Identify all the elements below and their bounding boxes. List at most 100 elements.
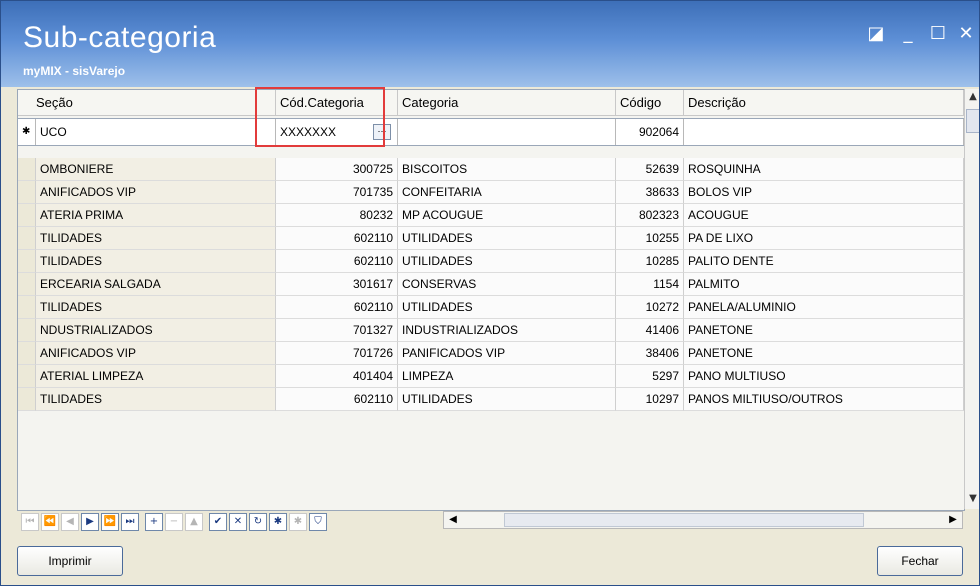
next-page-icon[interactable]: ⏩ xyxy=(101,513,119,531)
filter-icon[interactable]: ⛉ xyxy=(309,513,327,531)
filter-categoria-input[interactable] xyxy=(398,119,616,145)
cell-cod-categoria[interactable]: 701327 xyxy=(276,319,398,342)
filter-cod-categoria-input[interactable]: XXXXXXX ⋯ xyxy=(276,119,398,145)
prior-icon[interactable]: ◀ xyxy=(61,513,79,531)
close-icon[interactable]: ✕ xyxy=(955,23,977,45)
cell-categoria[interactable]: CONFEITARIA xyxy=(398,181,616,204)
cell-categoria[interactable]: INDUSTRIALIZADOS xyxy=(398,319,616,342)
hscroll-thumb[interactable] xyxy=(504,513,864,527)
data-grid[interactable]: Seção Cód.Categoria Categoria Código Des… xyxy=(17,89,965,511)
horizontal-scrollbar[interactable]: ◀ ▶ xyxy=(443,511,963,529)
cell-secao[interactable]: ATERIAL LIMPEZA xyxy=(36,365,276,388)
cell-cod-categoria[interactable]: 602110 xyxy=(276,388,398,411)
cell-cod-categoria[interactable]: 701735 xyxy=(276,181,398,204)
scroll-up-icon[interactable]: ▲ xyxy=(965,89,979,105)
cell-cod-categoria[interactable]: 301617 xyxy=(276,273,398,296)
cell-codigo[interactable]: 52639 xyxy=(616,158,684,181)
cell-categoria[interactable]: BISCOITOS xyxy=(398,158,616,181)
row-indicator[interactable] xyxy=(18,204,36,227)
cell-categoria[interactable]: LIMPEZA xyxy=(398,365,616,388)
cell-secao[interactable]: ANIFICADOS VIP xyxy=(36,181,276,204)
scroll-left-icon[interactable]: ◀ xyxy=(446,513,460,527)
filter-secao-input[interactable]: UCO xyxy=(36,119,276,145)
filter-codigo-input[interactable]: 902064 xyxy=(616,119,684,145)
ellipsis-button[interactable]: ⋯ xyxy=(373,124,391,140)
cell-secao[interactable]: TILIDADES xyxy=(36,388,276,411)
header-secao[interactable]: Seção xyxy=(18,90,276,116)
cell-categoria[interactable]: PANIFICADOS VIP xyxy=(398,342,616,365)
cell-descricao[interactable]: PALITO DENTE xyxy=(684,250,964,273)
maximize-icon[interactable]: ☐ xyxy=(927,23,949,45)
delete-icon[interactable]: − xyxy=(165,513,183,531)
cell-codigo[interactable]: 38406 xyxy=(616,342,684,365)
cell-cod-categoria[interactable]: 602110 xyxy=(276,250,398,273)
header-descricao[interactable]: Descrição xyxy=(684,90,964,116)
cell-descricao[interactable]: PANOS MILTIUSO/OUTROS xyxy=(684,388,964,411)
cancel-icon[interactable]: ✕ xyxy=(229,513,247,531)
cell-categoria[interactable]: UTILIDADES xyxy=(398,250,616,273)
cell-categoria[interactable]: UTILIDADES xyxy=(398,227,616,250)
cell-cod-categoria[interactable]: 80232 xyxy=(276,204,398,227)
close-button[interactable]: Fechar xyxy=(877,546,963,576)
row-indicator[interactable] xyxy=(18,250,36,273)
cell-cod-categoria[interactable]: 602110 xyxy=(276,296,398,319)
cell-categoria[interactable]: CONSERVAS xyxy=(398,273,616,296)
first-icon[interactable]: ⏮ xyxy=(21,513,39,531)
cell-descricao[interactable]: PANETONE xyxy=(684,342,964,365)
cell-descricao[interactable]: BOLOS VIP xyxy=(684,181,964,204)
row-indicator[interactable] xyxy=(18,342,36,365)
cell-codigo[interactable]: 10297 xyxy=(616,388,684,411)
prior-page-icon[interactable]: ⏪ xyxy=(41,513,59,531)
row-indicator[interactable] xyxy=(18,227,36,250)
title-bar[interactable]: Sub-categoria myMIX - sisVarejo ◪ _ ☐ ✕ xyxy=(1,1,979,87)
scroll-thumb[interactable] xyxy=(966,109,979,133)
row-indicator[interactable] xyxy=(18,296,36,319)
scroll-down-icon[interactable]: ▼ xyxy=(965,491,979,507)
cell-descricao[interactable]: PANETONE xyxy=(684,319,964,342)
apply-filter-icon[interactable]: ✱ xyxy=(269,513,287,531)
cell-secao[interactable]: TILIDADES xyxy=(36,250,276,273)
cell-codigo[interactable]: 41406 xyxy=(616,319,684,342)
vertical-scrollbar[interactable]: ▲ ▼ xyxy=(964,89,979,509)
row-indicator[interactable] xyxy=(18,181,36,204)
cell-codigo[interactable]: 5297 xyxy=(616,365,684,388)
next-icon[interactable]: ▶ xyxy=(81,513,99,531)
cell-secao[interactable]: OMBONIERE xyxy=(36,158,276,181)
cell-descricao[interactable]: PANO MULTIUSO xyxy=(684,365,964,388)
header-cod-categoria[interactable]: Cód.Categoria xyxy=(276,90,398,116)
cell-codigo[interactable]: 802323 xyxy=(616,204,684,227)
insert-icon[interactable]: + xyxy=(145,513,163,531)
cell-codigo[interactable]: 10285 xyxy=(616,250,684,273)
cell-descricao[interactable]: ACOUGUE xyxy=(684,204,964,227)
minimize-icon[interactable]: _ xyxy=(897,23,919,45)
row-indicator[interactable] xyxy=(18,273,36,296)
cell-secao[interactable]: NDUSTRIALIZADOS xyxy=(36,319,276,342)
cell-secao[interactable]: ATERIA PRIMA xyxy=(36,204,276,227)
cell-codigo[interactable]: 10272 xyxy=(616,296,684,319)
cell-cod-categoria[interactable]: 602110 xyxy=(276,227,398,250)
post-icon[interactable]: ✔ xyxy=(209,513,227,531)
scroll-right-icon[interactable]: ▶ xyxy=(946,513,960,527)
header-codigo[interactable]: Código xyxy=(616,90,684,116)
cell-secao[interactable]: TILIDADES xyxy=(36,296,276,319)
print-button[interactable]: Imprimir xyxy=(17,546,123,576)
cell-categoria[interactable]: MP ACOUGUE xyxy=(398,204,616,227)
cell-secao[interactable]: TILIDADES xyxy=(36,227,276,250)
filter-descricao-input[interactable] xyxy=(684,119,964,145)
cell-descricao[interactable]: PA DE LIXO xyxy=(684,227,964,250)
row-indicator[interactable] xyxy=(18,319,36,342)
row-indicator[interactable] xyxy=(18,388,36,411)
cell-cod-categoria[interactable]: 401404 xyxy=(276,365,398,388)
cell-descricao[interactable]: ROSQUINHA xyxy=(684,158,964,181)
cell-descricao[interactable]: PALMITO xyxy=(684,273,964,296)
cell-cod-categoria[interactable]: 701726 xyxy=(276,342,398,365)
refresh-icon[interactable]: ↻ xyxy=(249,513,267,531)
cell-codigo[interactable]: 38633 xyxy=(616,181,684,204)
cell-codigo[interactable]: 1154 xyxy=(616,273,684,296)
last-icon[interactable]: ⏭ xyxy=(121,513,139,531)
cell-categoria[interactable]: UTILIDADES xyxy=(398,388,616,411)
edit-icon[interactable]: ▲ xyxy=(185,513,203,531)
cell-secao[interactable]: ERCEARIA SALGADA xyxy=(36,273,276,296)
cell-secao[interactable]: ANIFICADOS VIP xyxy=(36,342,276,365)
header-categoria[interactable]: Categoria xyxy=(398,90,616,116)
